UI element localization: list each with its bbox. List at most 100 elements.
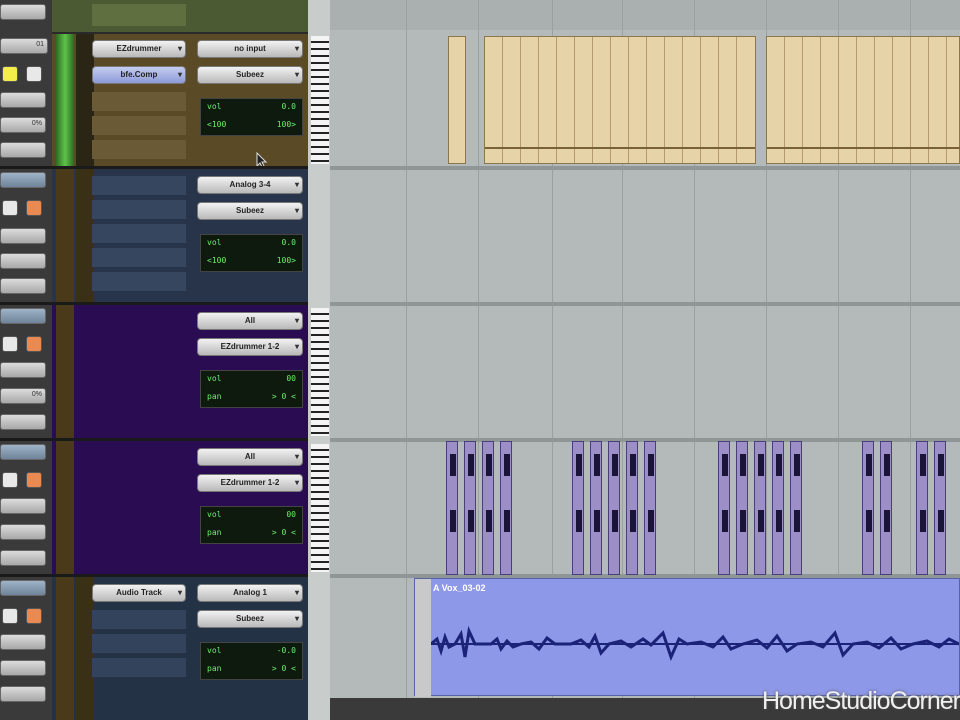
midi-note-region[interactable] [754,441,766,575]
input-selector[interactable]: no input [197,40,303,58]
midi-note-region[interactable] [772,441,784,575]
ruler-bar[interactable] [330,0,960,30]
midi-region[interactable] [484,36,756,164]
input-selector[interactable]: Analog 3-4 [197,176,303,194]
midi-keyboard[interactable] [311,308,329,436]
waveform [431,625,959,662]
insert-slot[interactable] [92,140,186,159]
track-lane[interactable] [330,305,960,438]
insert-slot[interactable] [92,634,186,653]
playlist-selector[interactable] [0,686,46,702]
midi-note-region[interactable] [790,441,802,575]
insert-slot[interactable] [92,176,186,195]
mute-button[interactable] [26,66,42,82]
input-selector[interactable]: All [197,312,303,330]
output-selector[interactable]: Subeez [197,610,303,628]
insert-slot[interactable] [92,200,186,219]
midi-note-region[interactable] [500,441,512,575]
record-button[interactable] [26,472,42,488]
solo-button[interactable] [2,200,18,216]
midi-keyboard[interactable] [311,444,329,572]
voice-selector[interactable] [0,634,46,650]
midi-region[interactable] [448,36,466,164]
insert-comp[interactable]: bfe.Comp [92,66,186,84]
track-name-button[interactable] [0,4,46,20]
insert-slot[interactable] [92,92,186,111]
automation-mode[interactable]: 0% [0,117,46,133]
track-divider [0,574,330,577]
input-selector[interactable]: Analog 1 [197,584,303,602]
midi-note-region[interactable] [736,441,748,575]
bar-line [406,0,407,720]
automation-mode[interactable] [0,253,46,269]
output-selector[interactable]: Subeez [197,66,303,84]
automation-mode[interactable] [0,660,46,676]
region-handle[interactable] [415,579,431,697]
insert-slot[interactable] [92,248,186,267]
level-meter [56,34,74,166]
output-label: Subeez [235,206,264,215]
input-selector[interactable]: All [197,448,303,466]
insert-slot[interactable] [92,4,186,26]
voice-selector[interactable] [0,362,46,378]
track-number-field[interactable]: 01 [0,38,48,54]
playlist-selector[interactable] [0,550,46,566]
insert-slot[interactable] [92,272,186,291]
voice-selector[interactable] [0,498,46,514]
record-button[interactable] [26,200,42,216]
volume-pan-display[interactable]: vol 0.0 <100 100> [200,234,303,272]
midi-note-region[interactable] [446,441,458,575]
lane-divider [330,302,960,306]
insert-slot[interactable] [92,224,186,243]
midi-note-region[interactable] [880,441,892,575]
midi-region[interactable] [766,36,960,164]
edit-timeline[interactable]: A Vox_03-02 [330,0,960,720]
midi-note-region[interactable] [644,441,656,575]
automation-mode[interactable] [0,524,46,540]
voice-selector[interactable] [0,92,46,108]
midi-note-region[interactable] [464,441,476,575]
input-label: Analog 3-4 [229,180,271,189]
volume-pan-display[interactable]: vol -0.0 pan > 0 < [200,642,303,680]
midi-note-region[interactable] [916,441,928,575]
track-name-button[interactable] [0,308,46,324]
midi-note-region[interactable] [626,441,638,575]
output-selector[interactable]: EZdrummer 1-2 [197,338,303,356]
automation-mode[interactable]: 0% [0,388,46,404]
midi-note-region[interactable] [572,441,584,575]
volume-pan-display[interactable]: vol 00 pan > 0 < [200,506,303,544]
output-selector[interactable]: Subeez [197,202,303,220]
midi-keyboard[interactable] [311,36,329,164]
track-lane[interactable] [330,169,960,302]
volume-pan-display[interactable]: vol 0.0 <100 100> [200,98,303,136]
midi-note-region[interactable] [862,441,874,575]
midi-note-region[interactable] [934,441,946,575]
output-label: Subeez [235,614,264,623]
midi-note-region[interactable] [608,441,620,575]
voice-selector[interactable] [0,228,46,244]
track-name-button[interactable] [0,580,46,596]
output-selector[interactable]: EZdrummer 1-2 [197,474,303,492]
record-button[interactable] [26,336,42,352]
output-label: EZdrummer 1-2 [220,478,280,487]
playlist-selector[interactable] [0,278,46,294]
insert-slot[interactable] [92,658,186,677]
track-name-button[interactable] [0,444,46,460]
insert-audio-track[interactable]: Audio Track [92,584,186,602]
record-button[interactable] [26,608,42,624]
insert-slot[interactable] [92,116,186,135]
midi-note-region[interactable] [590,441,602,575]
midi-note-region[interactable] [718,441,730,575]
insert-ezdrummer[interactable]: EZdrummer [92,40,186,58]
solo-button[interactable] [2,336,18,352]
solo-button[interactable] [2,608,18,624]
midi-note-region[interactable] [482,441,494,575]
solo-button[interactable] [2,472,18,488]
track-name-button[interactable] [0,172,46,188]
insert-slot[interactable] [92,610,186,629]
playlist-selector[interactable] [0,414,46,430]
solo-button[interactable] [2,66,18,82]
volume-pan-display[interactable]: vol 00 pan > 0 < [200,370,303,408]
audio-region[interactable]: A Vox_03-02 [414,578,960,697]
playlist-selector[interactable] [0,142,46,158]
